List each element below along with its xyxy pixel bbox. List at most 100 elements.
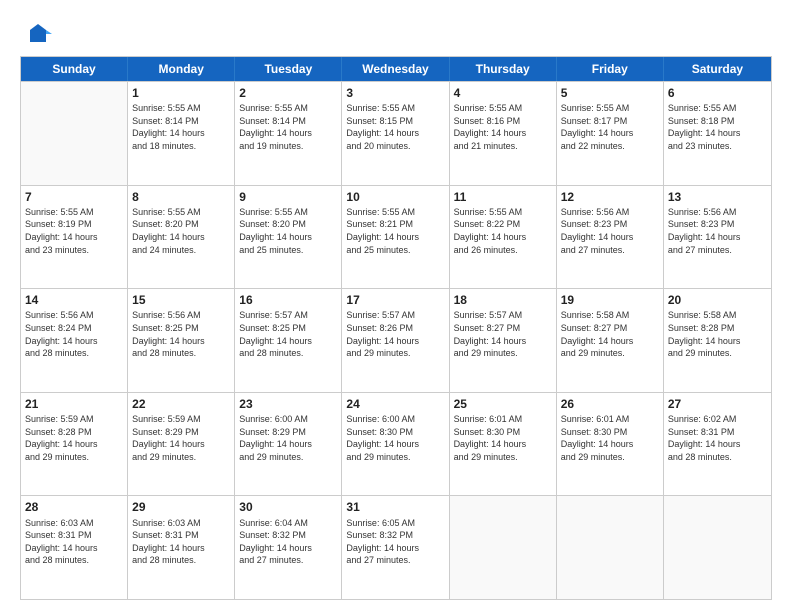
- day-number: 22: [132, 396, 230, 412]
- calendar: SundayMondayTuesdayWednesdayThursdayFrid…: [20, 56, 772, 600]
- cell-info: Sunrise: 5:56 AM Sunset: 8:25 PM Dayligh…: [132, 309, 230, 359]
- day-number: 20: [668, 292, 767, 308]
- cell-info: Sunrise: 5:55 AM Sunset: 8:14 PM Dayligh…: [239, 102, 337, 152]
- calendar-cell: [557, 496, 664, 599]
- cal-header-day: Tuesday: [235, 57, 342, 81]
- cell-info: Sunrise: 5:55 AM Sunset: 8:20 PM Dayligh…: [239, 206, 337, 256]
- header: [20, 16, 772, 48]
- calendar-row: 21Sunrise: 5:59 AM Sunset: 8:28 PM Dayli…: [21, 392, 771, 496]
- calendar-cell: 14Sunrise: 5:56 AM Sunset: 8:24 PM Dayli…: [21, 289, 128, 392]
- cell-info: Sunrise: 6:00 AM Sunset: 8:30 PM Dayligh…: [346, 413, 444, 463]
- calendar-cell: 21Sunrise: 5:59 AM Sunset: 8:28 PM Dayli…: [21, 393, 128, 496]
- cell-info: Sunrise: 5:56 AM Sunset: 8:23 PM Dayligh…: [668, 206, 767, 256]
- calendar-cell: 25Sunrise: 6:01 AM Sunset: 8:30 PM Dayli…: [450, 393, 557, 496]
- cell-info: Sunrise: 6:03 AM Sunset: 8:31 PM Dayligh…: [132, 517, 230, 567]
- calendar-cell: 6Sunrise: 5:55 AM Sunset: 8:18 PM Daylig…: [664, 82, 771, 185]
- cell-info: Sunrise: 5:55 AM Sunset: 8:15 PM Dayligh…: [346, 102, 444, 152]
- cell-info: Sunrise: 5:56 AM Sunset: 8:23 PM Dayligh…: [561, 206, 659, 256]
- day-number: 10: [346, 189, 444, 205]
- day-number: 26: [561, 396, 659, 412]
- day-number: 24: [346, 396, 444, 412]
- cell-info: Sunrise: 5:55 AM Sunset: 8:14 PM Dayligh…: [132, 102, 230, 152]
- calendar-cell: 26Sunrise: 6:01 AM Sunset: 8:30 PM Dayli…: [557, 393, 664, 496]
- day-number: 21: [25, 396, 123, 412]
- calendar-cell: 22Sunrise: 5:59 AM Sunset: 8:29 PM Dayli…: [128, 393, 235, 496]
- calendar-row: 28 Sunrise: 6:03 AM Sunset: 8:31 PM Dayli…: [21, 495, 771, 599]
- cell-info: Sunrise: 6:05 AM Sunset: 8:32 PM Dayligh…: [346, 517, 444, 567]
- cal-header-day: Thursday: [450, 57, 557, 81]
- day-number: 5: [561, 85, 659, 101]
- day-number: 17: [346, 292, 444, 308]
- page: SundayMondayTuesdayWednesdayThursdayFrid…: [0, 0, 792, 612]
- day-number: 18: [454, 292, 552, 308]
- calendar-cell: 31 Sunrise: 6:05 AM Sunset: 8:32 PM Dayli…: [342, 496, 449, 599]
- calendar-cell: 24Sunrise: 6:00 AM Sunset: 8:30 PM Dayli…: [342, 393, 449, 496]
- calendar-cell: 23Sunrise: 6:00 AM Sunset: 8:29 PM Dayli…: [235, 393, 342, 496]
- calendar-cell: 27Sunrise: 6:02 AM Sunset: 8:31 PM Dayli…: [664, 393, 771, 496]
- cell-info: Sunrise: 6:03 AM Sunset: 8:31 PM Dayligh…: [25, 517, 123, 567]
- cell-info: Sunrise: 5:58 AM Sunset: 8:28 PM Dayligh…: [668, 309, 767, 359]
- calendar-cell: 8Sunrise: 5:55 AM Sunset: 8:20 PM Daylig…: [128, 186, 235, 289]
- day-number: 13: [668, 189, 767, 205]
- logo: [20, 20, 52, 48]
- calendar-cell: 9Sunrise: 5:55 AM Sunset: 8:20 PM Daylig…: [235, 186, 342, 289]
- logo-icon: [24, 20, 52, 48]
- day-number: 8: [132, 189, 230, 205]
- cell-info: Sunrise: 5:55 AM Sunset: 8:19 PM Dayligh…: [25, 206, 123, 256]
- day-number: 27: [668, 396, 767, 412]
- day-number: 15: [132, 292, 230, 308]
- day-number: 4: [454, 85, 552, 101]
- cell-info: Sunrise: 5:55 AM Sunset: 8:18 PM Dayligh…: [668, 102, 767, 152]
- calendar-cell: [664, 496, 771, 599]
- cell-info: Sunrise: 5:55 AM Sunset: 8:22 PM Dayligh…: [454, 206, 552, 256]
- cell-info: Sunrise: 6:02 AM Sunset: 8:31 PM Dayligh…: [668, 413, 767, 463]
- calendar-cell: 30 Sunrise: 6:04 AM Sunset: 8:32 PM Dayli…: [235, 496, 342, 599]
- cell-info: Sunrise: 5:56 AM Sunset: 8:24 PM Dayligh…: [25, 309, 123, 359]
- day-number: 31: [346, 499, 444, 515]
- calendar-cell: 7Sunrise: 5:55 AM Sunset: 8:19 PM Daylig…: [21, 186, 128, 289]
- calendar-cell: 10Sunrise: 5:55 AM Sunset: 8:21 PM Dayli…: [342, 186, 449, 289]
- calendar-cell: 18Sunrise: 5:57 AM Sunset: 8:27 PM Dayli…: [450, 289, 557, 392]
- calendar-cell: 16Sunrise: 5:57 AM Sunset: 8:25 PM Dayli…: [235, 289, 342, 392]
- day-number: 30: [239, 499, 337, 515]
- calendar-cell: 29 Sunrise: 6:03 AM Sunset: 8:31 PM Dayli…: [128, 496, 235, 599]
- day-number: 19: [561, 292, 659, 308]
- calendar-cell: 5Sunrise: 5:55 AM Sunset: 8:17 PM Daylig…: [557, 82, 664, 185]
- cell-info: Sunrise: 5:58 AM Sunset: 8:27 PM Dayligh…: [561, 309, 659, 359]
- cell-info: Sunrise: 6:01 AM Sunset: 8:30 PM Dayligh…: [454, 413, 552, 463]
- cell-info: Sunrise: 5:57 AM Sunset: 8:27 PM Dayligh…: [454, 309, 552, 359]
- calendar-cell: 11Sunrise: 5:55 AM Sunset: 8:22 PM Dayli…: [450, 186, 557, 289]
- calendar-row: 14Sunrise: 5:56 AM Sunset: 8:24 PM Dayli…: [21, 288, 771, 392]
- cell-info: Sunrise: 6:01 AM Sunset: 8:30 PM Dayligh…: [561, 413, 659, 463]
- calendar-header: SundayMondayTuesdayWednesdayThursdayFrid…: [21, 57, 771, 81]
- day-number: 29: [132, 499, 230, 515]
- day-number: 23: [239, 396, 337, 412]
- day-number: 25: [454, 396, 552, 412]
- day-number: 9: [239, 189, 337, 205]
- cal-header-day: Saturday: [664, 57, 771, 81]
- calendar-row: 7Sunrise: 5:55 AM Sunset: 8:19 PM Daylig…: [21, 185, 771, 289]
- day-number: 7: [25, 189, 123, 205]
- calendar-cell: 4Sunrise: 5:55 AM Sunset: 8:16 PM Daylig…: [450, 82, 557, 185]
- calendar-cell: 2Sunrise: 5:55 AM Sunset: 8:14 PM Daylig…: [235, 82, 342, 185]
- calendar-cell: 20Sunrise: 5:58 AM Sunset: 8:28 PM Dayli…: [664, 289, 771, 392]
- calendar-cell: 13Sunrise: 5:56 AM Sunset: 8:23 PM Dayli…: [664, 186, 771, 289]
- cell-info: Sunrise: 5:59 AM Sunset: 8:29 PM Dayligh…: [132, 413, 230, 463]
- cell-info: Sunrise: 5:55 AM Sunset: 8:17 PM Dayligh…: [561, 102, 659, 152]
- calendar-cell: 28 Sunrise: 6:03 AM Sunset: 8:31 PM Dayli…: [21, 496, 128, 599]
- calendar-cell: [21, 82, 128, 185]
- cal-header-day: Monday: [128, 57, 235, 81]
- calendar-body: 1Sunrise: 5:55 AM Sunset: 8:14 PM Daylig…: [21, 81, 771, 599]
- day-number: 28: [25, 499, 123, 515]
- cell-info: Sunrise: 5:57 AM Sunset: 8:25 PM Dayligh…: [239, 309, 337, 359]
- day-number: 6: [668, 85, 767, 101]
- cal-header-day: Sunday: [21, 57, 128, 81]
- calendar-cell: 15Sunrise: 5:56 AM Sunset: 8:25 PM Dayli…: [128, 289, 235, 392]
- calendar-row: 1Sunrise: 5:55 AM Sunset: 8:14 PM Daylig…: [21, 81, 771, 185]
- cell-info: Sunrise: 6:04 AM Sunset: 8:32 PM Dayligh…: [239, 517, 337, 567]
- calendar-cell: 3Sunrise: 5:55 AM Sunset: 8:15 PM Daylig…: [342, 82, 449, 185]
- day-number: 2: [239, 85, 337, 101]
- calendar-cell: 12Sunrise: 5:56 AM Sunset: 8:23 PM Dayli…: [557, 186, 664, 289]
- calendar-cell: [450, 496, 557, 599]
- cell-info: Sunrise: 6:00 AM Sunset: 8:29 PM Dayligh…: [239, 413, 337, 463]
